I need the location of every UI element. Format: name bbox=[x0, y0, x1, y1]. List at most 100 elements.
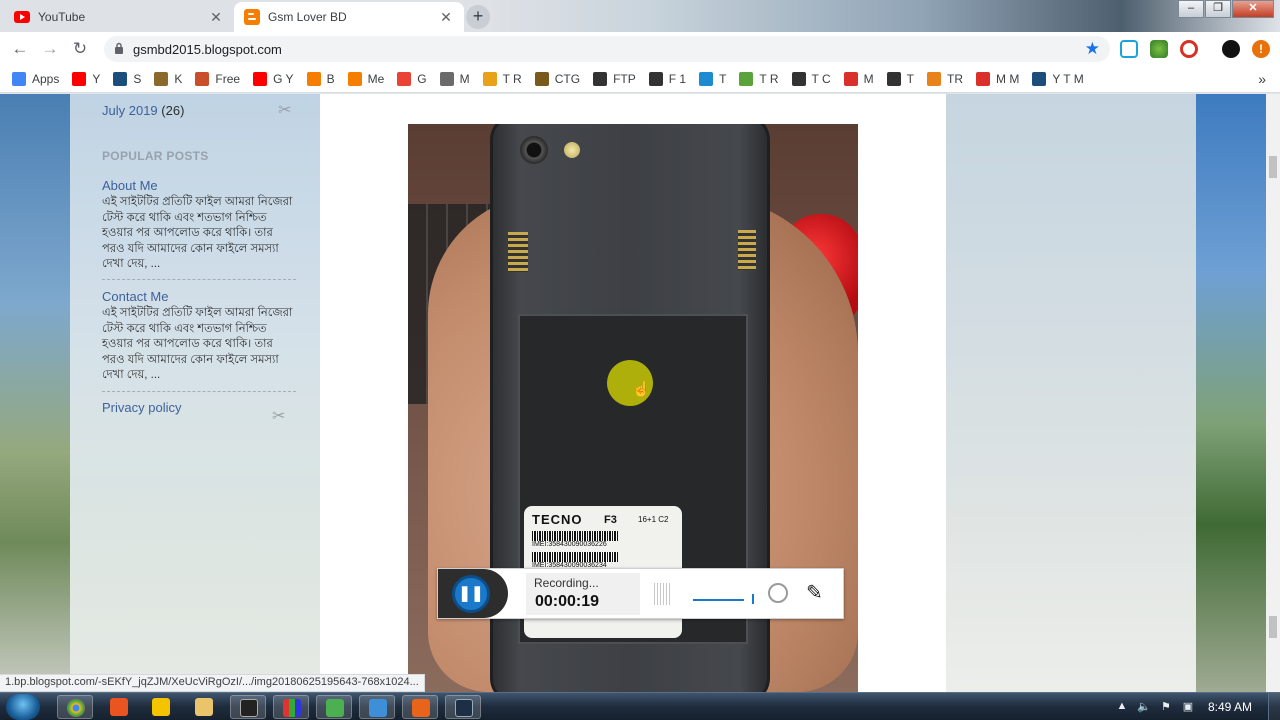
m-icon bbox=[843, 72, 858, 86]
bookmark-label: M bbox=[459, 72, 470, 86]
edit-tools-icon[interactable]: ✂ bbox=[272, 406, 290, 425]
windows-taskbar: ▲ 🔈 ⚑ ▣ 8:49 AM bbox=[0, 692, 1280, 720]
minimize-button[interactable]: – bbox=[1178, 0, 1204, 18]
taskbar-app[interactable] bbox=[273, 695, 309, 719]
taskbar-app[interactable] bbox=[230, 695, 266, 719]
globe-icon bbox=[593, 72, 608, 86]
bookmark-item[interactable]: Apps bbox=[12, 72, 59, 86]
post-link-contact-me[interactable]: Contact Me bbox=[102, 289, 168, 304]
reload-icon[interactable]: ↻ bbox=[68, 37, 92, 61]
start-button[interactable] bbox=[6, 694, 40, 720]
app-icon bbox=[326, 699, 344, 717]
barcode bbox=[532, 531, 618, 541]
maximize-button[interactable]: ❐ bbox=[1205, 0, 1231, 18]
bookmark-item[interactable]: CTG bbox=[534, 72, 580, 86]
right-panel bbox=[946, 94, 1196, 692]
bookmark-item[interactable]: G Y bbox=[253, 72, 294, 86]
bookmark-star-icon[interactable]: ★ bbox=[1085, 39, 1100, 59]
bookmark-item[interactable]: Y T M bbox=[1032, 72, 1084, 86]
taskbar-app[interactable] bbox=[101, 695, 137, 719]
lock-icon bbox=[115, 42, 123, 54]
bookmark-item[interactable]: T C bbox=[791, 72, 831, 86]
bookmark-label: T R bbox=[759, 72, 779, 86]
tab-youtube[interactable]: YouTube ✕ bbox=[4, 2, 234, 32]
scrollbar-thumb[interactable] bbox=[1269, 616, 1277, 638]
flag-icon[interactable]: ⚑ bbox=[1158, 700, 1174, 714]
update-alert-icon[interactable]: ! bbox=[1252, 40, 1270, 58]
bookmark-label: Me bbox=[367, 72, 385, 86]
extension-block-icon[interactable] bbox=[1180, 40, 1198, 58]
taskbar-app[interactable] bbox=[402, 695, 438, 719]
system-tray: ▲ 🔈 ⚑ ▣ 8:49 AM bbox=[1114, 693, 1280, 720]
bookmark-item[interactable]: B bbox=[306, 72, 335, 86]
bookmark-label: Apps bbox=[32, 72, 60, 86]
taskbar-app[interactable] bbox=[143, 695, 179, 719]
bookmarks-overflow-icon[interactable]: » bbox=[1258, 71, 1266, 87]
bookmark-item[interactable]: K bbox=[154, 72, 182, 86]
close-icon[interactable]: ✕ bbox=[208, 9, 224, 25]
back-arrow-icon[interactable]: ← bbox=[8, 37, 32, 61]
taskbar-app[interactable] bbox=[316, 695, 352, 719]
edit-tools-icon[interactable]: ✂ bbox=[278, 100, 296, 119]
camera-lens bbox=[520, 136, 548, 164]
bookmark-item[interactable]: FTP bbox=[593, 72, 636, 86]
globe-icon bbox=[791, 72, 806, 86]
network-icon[interactable]: ▣ bbox=[1180, 700, 1196, 714]
m-icon bbox=[976, 72, 991, 86]
tab-gsm-lover-bd[interactable]: Gsm Lover BD ✕ bbox=[234, 2, 464, 32]
recording-status: Recording... 00:00:19 bbox=[526, 573, 640, 615]
folder-icon bbox=[195, 698, 213, 716]
bookmark-label: G Y bbox=[273, 72, 294, 86]
archive-month[interactable]: July 2019 bbox=[102, 103, 158, 118]
tr-icon bbox=[927, 72, 942, 86]
google-icon bbox=[397, 72, 412, 86]
post-link-privacy-policy[interactable]: Privacy policy bbox=[102, 400, 181, 415]
show-hidden-icons[interactable]: ▲ bbox=[1114, 700, 1130, 714]
bookmark-item[interactable]: G bbox=[397, 72, 427, 86]
volume-slider-handle[interactable] bbox=[752, 594, 754, 604]
bookmark-item[interactable]: T R bbox=[739, 72, 779, 86]
webcam-icon[interactable] bbox=[768, 583, 788, 603]
taskbar-clock[interactable]: 8:49 AM bbox=[1208, 700, 1252, 714]
taskbar-explorer[interactable] bbox=[186, 695, 222, 719]
link-status-bubble: 1.bp.blogspot.com/-sEKfY_jqZJM/XeUcViRgO… bbox=[0, 674, 425, 692]
bookmark-item[interactable]: T bbox=[886, 72, 914, 86]
close-icon[interactable]: ✕ bbox=[438, 9, 454, 25]
page-scrollbar[interactable] bbox=[1266, 94, 1280, 692]
bookmark-label: T R bbox=[502, 72, 522, 86]
post-link-about-me[interactable]: About Me bbox=[102, 178, 158, 193]
taskbar-chrome[interactable] bbox=[57, 695, 93, 719]
bookmark-item[interactable]: Free bbox=[195, 72, 240, 86]
close-window-button[interactable]: ✕ bbox=[1232, 0, 1274, 18]
volume-slider[interactable] bbox=[693, 599, 744, 601]
forward-arrow-icon[interactable]: → bbox=[38, 37, 62, 61]
divider bbox=[102, 279, 296, 280]
taskbar-app[interactable] bbox=[445, 695, 481, 719]
bookmark-item[interactable]: M bbox=[843, 72, 874, 86]
address-bar[interactable]: gsmbd2015.blogspot.com ★ bbox=[104, 36, 1110, 62]
bookmark-item[interactable]: T bbox=[699, 72, 726, 86]
bookmark-item[interactable]: Me bbox=[347, 72, 385, 86]
bookmark-item[interactable]: Y bbox=[72, 72, 100, 86]
extension-translate-icon[interactable] bbox=[1120, 40, 1138, 58]
archive-link[interactable]: July 2019 (26) bbox=[102, 103, 184, 118]
blogger-icon bbox=[306, 72, 321, 86]
profile-avatar[interactable] bbox=[1222, 40, 1240, 58]
new-tab-button[interactable]: + bbox=[466, 5, 490, 29]
extension-green-icon[interactable] bbox=[1150, 40, 1168, 58]
bookmark-item[interactable]: TR bbox=[927, 72, 963, 86]
taskbar-app[interactable] bbox=[359, 695, 395, 719]
speaker-icon[interactable]: 🔈 bbox=[1136, 700, 1152, 714]
pen-draw-icon[interactable]: ✎ bbox=[806, 580, 830, 604]
bookmark-item[interactable]: M M bbox=[976, 72, 1019, 86]
free-icon bbox=[195, 72, 210, 86]
show-desktop-button[interactable] bbox=[1268, 693, 1280, 720]
bookmark-item[interactable]: M bbox=[439, 72, 470, 86]
scrollbar-thumb[interactable] bbox=[1269, 156, 1277, 178]
bookmark-item[interactable]: F 1 bbox=[648, 72, 686, 86]
bookmark-item[interactable]: S bbox=[113, 72, 141, 86]
pause-button[interactable]: ❚❚ bbox=[452, 575, 490, 613]
bookmark-label: Y T M bbox=[1052, 72, 1084, 86]
app-icon bbox=[240, 699, 258, 717]
bookmark-item[interactable]: T R bbox=[482, 72, 522, 86]
